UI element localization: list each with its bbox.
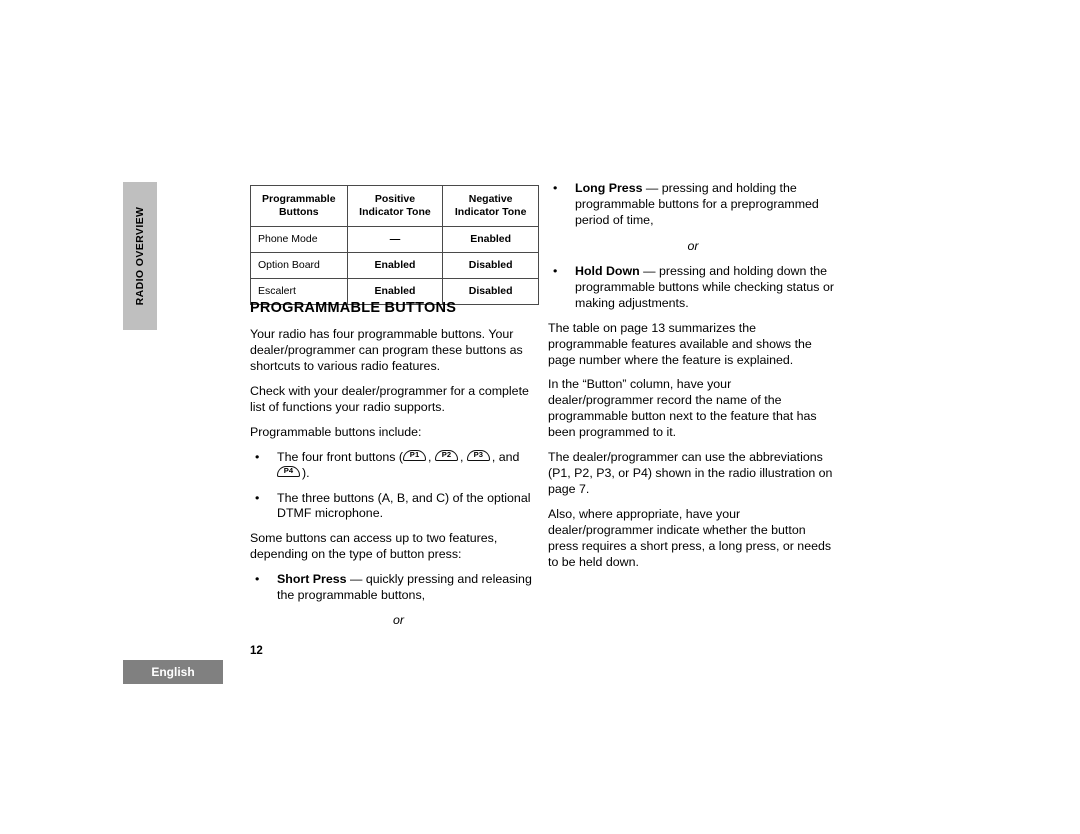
button-cap-p3-icon: P3 xyxy=(466,449,492,463)
paragraph: In the “Button” column, have your dealer… xyxy=(548,377,817,440)
paragraph: Programmable buttons include: xyxy=(250,424,422,439)
language-badge-label: English xyxy=(151,665,195,679)
list-item-text: The four front buttons (P1, P2, P3, and … xyxy=(277,449,547,482)
table-row: Phone Mode — Enabled xyxy=(250,226,539,253)
header-line-1: Positive xyxy=(374,193,416,206)
table-cell-positive: — xyxy=(346,226,444,253)
table-row: Option Board Enabled Disabled xyxy=(250,252,539,279)
button-cap-label: P1 xyxy=(409,450,420,460)
section-tab-radio-overview: RADIO OVERVIEW xyxy=(123,182,157,330)
button-cap-p2-icon: P2 xyxy=(434,449,460,463)
button-cap-label: P3 xyxy=(473,450,484,460)
bullet-icon: • xyxy=(255,449,260,464)
indicator-tone-table: Programmable Buttons Positive Indicator … xyxy=(250,185,539,305)
section-heading: PROGRAMMABLE BUTTONS xyxy=(250,300,457,316)
bullet-icon: • xyxy=(553,181,558,195)
or-separator: or xyxy=(687,238,699,253)
table-cell-negative: Enabled xyxy=(442,226,539,253)
paragraph: The table on page 13 summarizes the prog… xyxy=(548,320,812,367)
list-item-term: Long Press xyxy=(575,181,643,195)
bullet-text-sep: , xyxy=(459,449,467,464)
table-cell-negative: Disabled xyxy=(442,278,539,305)
bullet-icon: • xyxy=(255,572,260,587)
table-header-cell-negative: Negative Indicator Tone xyxy=(442,185,539,227)
table-header-row: Programmable Buttons Positive Indicator … xyxy=(250,185,539,227)
button-cap-p1-icon: P1 xyxy=(403,449,428,463)
table-header-cell-positive: Positive Indicator Tone xyxy=(346,185,444,227)
list-item: • Short Press — quickly pressing and rel… xyxy=(250,572,547,604)
table-cell-negative: Disabled xyxy=(442,252,539,279)
list-item-text: Short Press — quickly pressing and relea… xyxy=(277,572,547,604)
header-line-2: Buttons xyxy=(278,206,319,218)
list-item-term: Short Press xyxy=(277,572,347,587)
bullet-icon: • xyxy=(553,263,558,278)
list-item: • Long Press — pressing and holding the … xyxy=(548,181,838,229)
list-item: • The three buttons (A, B, and C) of the… xyxy=(250,491,547,523)
table-body: Phone Mode — Enabled Option Board Enable… xyxy=(250,226,539,305)
bullet-text-prefix: The four front buttons ( xyxy=(277,449,404,464)
header-line-2: Indicator Tone xyxy=(359,206,431,218)
paragraph: Also, where appropriate, have your deale… xyxy=(548,507,832,569)
bullet-text-suffix: ). xyxy=(302,465,310,480)
bullet-icon: • xyxy=(255,490,260,505)
header-line-1: Negative xyxy=(468,193,513,206)
button-cap-label: P4 xyxy=(283,466,294,476)
page-number: 12 xyxy=(250,645,263,657)
paragraph: Some buttons can access up to two featur… xyxy=(250,531,498,562)
bullet-text-sep: , and xyxy=(491,449,520,464)
list-item-text: Hold Down — pressing and holding down th… xyxy=(575,264,838,312)
table-cell-feature: Option Board xyxy=(250,252,348,279)
section-tab-label: RADIO OVERVIEW xyxy=(134,206,146,306)
left-text-column: Your radio has four programmable buttons… xyxy=(250,327,547,637)
button-cap-label: P2 xyxy=(441,450,452,460)
button-cap-p4-icon: P4 xyxy=(277,465,302,479)
table-cell-positive: Enabled xyxy=(346,252,444,279)
header-line-1: Programmable xyxy=(262,193,336,206)
table-header: Programmable Buttons Positive Indicator … xyxy=(250,185,539,227)
paragraph: The dealer/programmer can use the abbrev… xyxy=(548,450,833,497)
list-item: • The four front buttons ( P1, P2, P3 , an… xyxy=(250,449,547,482)
paragraph: Your radio has four programmable buttons… xyxy=(250,327,523,373)
paragraph: Check with your dealer/programmer for a … xyxy=(250,383,529,414)
bullet-text-sep: , xyxy=(428,449,435,464)
list-item-text: Long Press — pressing and holding the pr… xyxy=(575,181,838,229)
table-header-cell-buttons: Programmable Buttons xyxy=(250,185,348,227)
table-cell-feature: Phone Mode xyxy=(250,226,348,253)
list-item-text: The three buttons (A, B, and C) of the o… xyxy=(277,490,531,521)
or-separator: or xyxy=(392,613,405,628)
document-page: RADIO OVERVIEW Programmable Buttons Posi… xyxy=(0,0,1080,834)
header-line-2: Indicator Tone xyxy=(454,206,527,218)
list-item-term: Hold Down xyxy=(575,263,640,278)
list-item: • Hold Down — pressing and holding down … xyxy=(548,264,838,312)
right-text-column: • Long Press — pressing and holding the … xyxy=(548,181,838,580)
language-badge: English xyxy=(123,660,223,684)
